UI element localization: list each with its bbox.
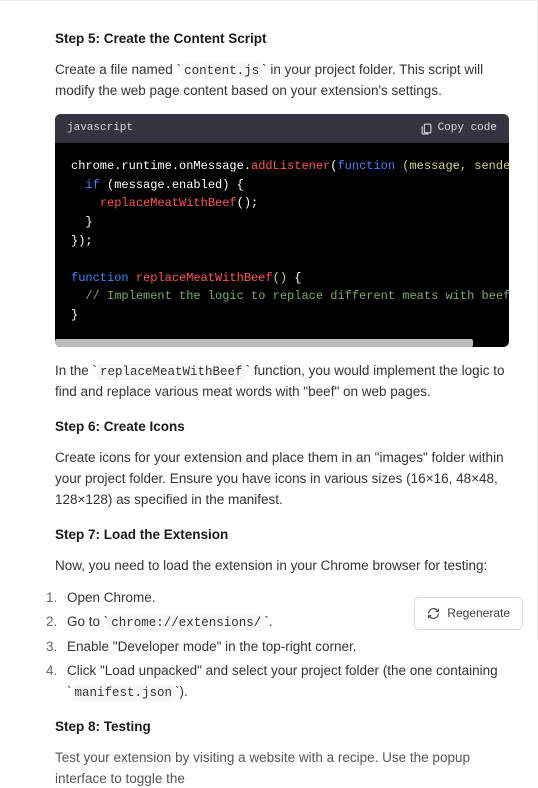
code-body[interactable]: chrome.runtime.onMessage.addListener(fun… xyxy=(55,143,509,338)
step6-title: Step 6: Create Icons xyxy=(55,417,509,438)
clipboard-icon xyxy=(420,122,433,135)
list-item-text: Enable "Developer mode" in the top-right… xyxy=(67,639,357,654)
refresh-icon xyxy=(427,607,440,620)
list-item: Click "Load unpacked" and select your pr… xyxy=(61,661,509,703)
inline-code: chrome://extensions/ xyxy=(108,615,264,631)
code-scrollbar-thumb[interactable] xyxy=(55,339,473,347)
list-item-text: Go to `chrome://extensions/`. xyxy=(67,614,273,629)
code-header: javascript Copy code xyxy=(55,114,509,143)
step5-intro-pre: Create a file named xyxy=(55,62,177,77)
step8-body: Test your extension by visiting a websit… xyxy=(55,748,509,788)
list-item-text: Open Chrome. xyxy=(67,590,156,605)
code-language-label: javascript xyxy=(67,120,133,137)
list-item-text: Click "Load unpacked" and select your pr… xyxy=(67,663,498,699)
step5-outro-code: replaceMeatWithBeef xyxy=(97,364,246,380)
code-block: javascript Copy code chrome.runtime.onMe… xyxy=(55,114,509,346)
step5-intro: Create a file named `content.js` in your… xyxy=(55,60,509,102)
step5-outro: In the `replaceMeatWithBeef` function, y… xyxy=(55,361,509,403)
step7-intro: Now, you need to load the extension in y… xyxy=(55,556,509,577)
step5-title: Step 5: Create the Content Script xyxy=(55,29,509,50)
copy-code-label: Copy code xyxy=(438,120,497,137)
step8-title: Step 8: Testing xyxy=(55,717,509,738)
inline-code: manifest.json xyxy=(72,685,176,701)
step5-intro-code: content.js xyxy=(181,63,262,79)
step6-body: Create icons for your extension and plac… xyxy=(55,448,509,511)
copy-code-button[interactable]: Copy code xyxy=(420,120,497,137)
regenerate-button[interactable]: Regenerate xyxy=(414,597,523,630)
regenerate-label: Regenerate xyxy=(447,604,510,623)
code-scrollbar-track[interactable] xyxy=(55,339,509,347)
step5-outro-pre: In the xyxy=(55,363,93,378)
step7-title: Step 7: Load the Extension xyxy=(55,525,509,546)
